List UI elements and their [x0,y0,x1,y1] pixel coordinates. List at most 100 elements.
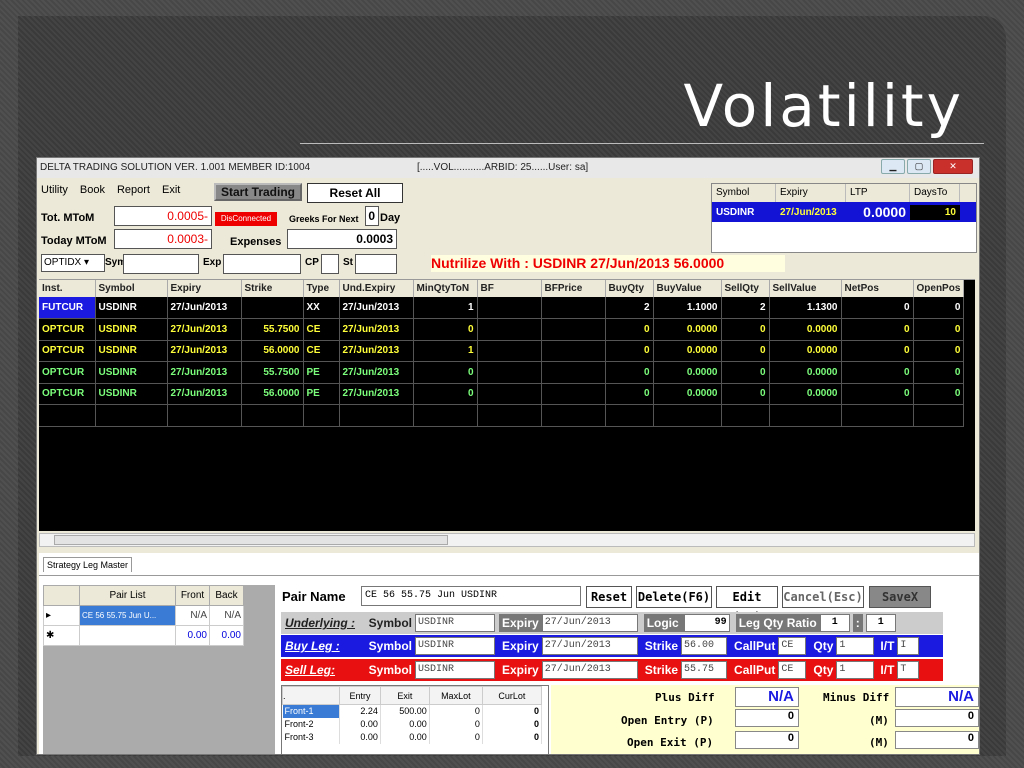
underlying-expiry-input[interactable]: 27/Jun/2013 [541,614,638,632]
table-row-empty[interactable] [39,404,965,427]
col-und-expiry[interactable]: Und.Expiry [339,280,414,297]
pair-row[interactable]: ▸ CE 56 55.75 Jun U... N/A N/A [43,605,244,626]
buy-qty-input[interactable]: 1 [836,637,875,655]
start-trading-button[interactable]: Start Trading [214,183,302,201]
table-cell: USDINR [95,383,168,405]
table-cell: 0 [721,383,770,405]
table-cell: 0 [913,340,965,362]
tab-strategy-leg-master[interactable]: Strategy Leg Master [43,557,133,572]
col-openpos[interactable]: OpenPos [913,280,965,297]
minimize-icon[interactable]: ▁ [881,159,905,174]
logic-input[interactable]: 99 [683,614,730,632]
table-cell [541,361,606,384]
cp-label: CP [305,257,319,268]
table-cell: 0 [721,340,770,362]
ltp-symbol: USDINR [716,206,755,218]
table-cell: 0 [841,297,914,319]
col-bfprice[interactable]: BFPrice [541,280,606,297]
front-cell: 0.00 [339,717,381,731]
plus-diff-value[interactable]: N/A [735,687,799,707]
front-cell: 0 [482,704,543,718]
sell-qty-input[interactable]: 1 [836,661,875,679]
edit-button[interactable]: Edit (F3) [716,586,778,624]
sell-it-input[interactable]: T [897,661,920,679]
instrument-combo[interactable]: OPTIDX ▾ [41,254,105,272]
reset-all-button[interactable]: Reset All [307,183,403,203]
col-buyvalue[interactable]: BuyValue [653,280,722,297]
col-sellvalue[interactable]: SellValue [769,280,842,297]
front-cell: 0.00 [380,717,430,731]
buy-expiry-input[interactable]: 27/Jun/2013 [541,637,638,655]
maximize-icon[interactable]: ▢ [907,159,931,174]
open-entry-input[interactable]: 0 [735,709,799,727]
menu-utility[interactable]: Utility [41,184,68,196]
buy-it-input[interactable]: I [897,637,920,655]
minus-diff-value[interactable]: N/A [895,687,979,707]
sell-callput-input[interactable]: CE [778,661,807,679]
buy-symbol-input[interactable]: USDINR [415,637,495,655]
table-cell: USDINR [95,340,168,362]
ltp-header-expiry: Expiry [776,184,846,202]
table-cell: 27/Jun/2013 [167,383,242,405]
buy-strike-input[interactable]: 56.00 [681,637,728,655]
open-exit-m-input[interactable]: 0 [895,731,979,749]
scroll-thumb[interactable] [54,535,448,545]
ltp-expiry: 27/Jun/2013 [780,206,837,218]
sell-strike-input[interactable]: 55.75 [681,661,728,679]
pair-new-row[interactable]: ✱ 0.00 0.00 [43,625,244,646]
col-expiry[interactable]: Expiry [167,280,242,297]
table-cell: 0.0000 [653,318,722,341]
table-row[interactable]: OPTCUR USDINR 27/Jun/2013 55.7500 CE 27/Jun/2… [39,318,965,341]
col-symbol[interactable]: Symbol [95,280,168,297]
menu-exit[interactable]: Exit [162,184,180,196]
sym-input[interactable] [123,254,199,274]
save-button[interactable]: SaveX [869,586,931,608]
table-cell [541,297,606,319]
col-strike[interactable]: Strike [241,280,304,297]
table-cell: 27/Jun/2013 [167,340,242,362]
front-row[interactable]: Front-3 0.00 0.00 0 0 [282,730,543,744]
front-cell: 0.00 [339,730,381,744]
front-row[interactable]: Front-1 2.24 500.00 0 0 [282,704,543,718]
pair-name-input[interactable]: CE 56 55.75 Jun USDINR [361,586,581,606]
table-row[interactable]: FUTCUR USDINR 27/Jun/2013 XX 27/Jun/2013 1 2 1.… [39,297,965,319]
open-entry-m-input[interactable]: 0 [895,709,979,727]
table-cell: USDINR [95,297,168,319]
sell-expiry-input[interactable]: 27/Jun/2013 [541,661,638,679]
ltp-row[interactable]: USDINR 27/Jun/2013 0.0000 10 [712,202,976,222]
col-sellqty[interactable]: SellQty [721,280,770,297]
ratio-2-input[interactable]: 1 [865,614,896,632]
buy-callput-input[interactable]: CE [778,637,807,655]
table-row[interactable]: OPTCUR USDINR 27/Jun/2013 56.0000 CE 27/Jun/2… [39,340,965,362]
exp-input[interactable] [223,254,301,274]
col-netpos[interactable]: NetPos [841,280,914,297]
table-row[interactable]: OPTCUR USDINR 27/Jun/2013 55.7500 PE 27/Jun/2… [39,361,965,384]
open-exit-input[interactable]: 0 [735,731,799,749]
ratio-1-input[interactable]: 1 [819,614,850,632]
table-cell: USDINR [95,318,168,341]
pair-reset-button[interactable]: Reset [586,586,632,608]
cancel-button[interactable]: Cancel(Esc) [782,586,864,608]
delete-button[interactable]: Delete(F6) [636,586,712,608]
menu-report[interactable]: Report [117,184,150,196]
slide-title: Volatility [683,72,964,140]
menu-book[interactable]: Book [80,184,105,196]
table-cell: 0.0000 [653,361,722,384]
col-buyqty[interactable]: BuyQty [605,280,654,297]
sell-symbol-input[interactable]: USDINR [415,661,495,679]
col-inst[interactable]: Inst. [39,280,96,297]
table-row[interactable]: OPTCUR USDINR 27/Jun/2013 56.0000 PE 27/Jun/2… [39,383,965,405]
cp-input[interactable] [321,254,339,274]
horizontal-scrollbar[interactable] [39,533,975,547]
close-icon[interactable]: ✕ [933,159,973,174]
table-cell: 0 [913,318,965,341]
front-row[interactable]: Front-2 0.00 0.00 0 0 [282,717,543,731]
col-bf[interactable]: BF [477,280,542,297]
table-cell: 0 [605,318,654,341]
col-minqty[interactable]: MinQtyToN [413,280,478,297]
st-input[interactable] [355,254,397,274]
greeks-days-input[interactable]: 0 [365,206,379,226]
col-type[interactable]: Type [303,280,340,297]
table-cell: 27/Jun/2013 [167,297,242,319]
underlying-symbol-input[interactable]: USDINR [415,614,495,632]
